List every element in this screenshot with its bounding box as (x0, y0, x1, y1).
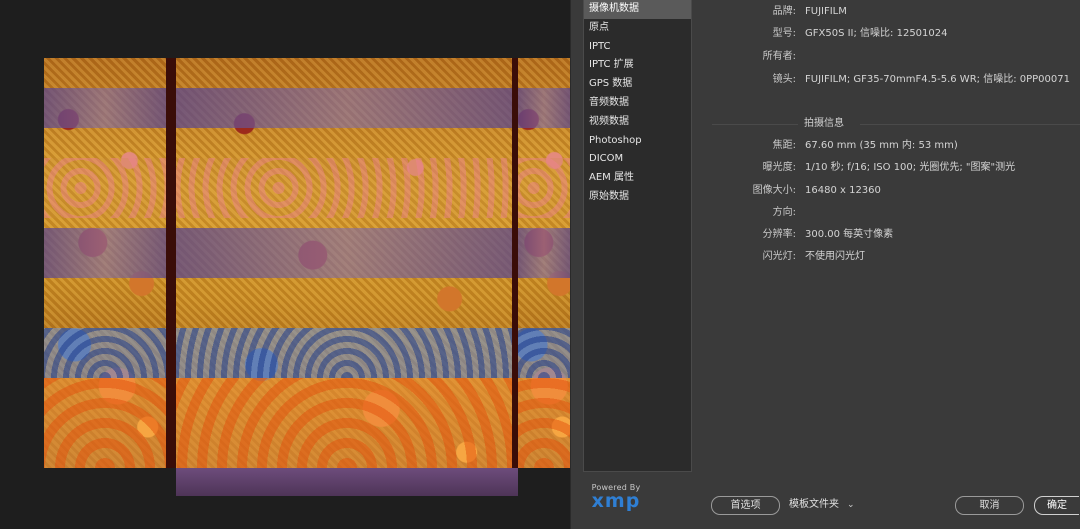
focal-length-label: 焦距: (772, 140, 796, 151)
category-list[interactable]: 摄像机数据 原点 IPTC IPTC 扩展 GPS 数据 音频数据 视频数据 P… (583, 0, 692, 472)
ok-button[interactable]: 确定 (1034, 496, 1079, 515)
category-item-video-data[interactable]: 视频数据 (584, 113, 691, 132)
resolution-value: 300.00 每英寸像素 (805, 229, 894, 240)
exposure-row: 曝光度: 1/10 秒; f/16; ISO 100; 光圈优先; "图案"测光 (700, 160, 1080, 176)
category-item-iptc-extension[interactable]: IPTC 扩展 (584, 56, 691, 75)
orientation-row: 方向: (700, 205, 1080, 221)
model-value: GFX50S II; 信噪比: 12501024 (805, 28, 948, 39)
flash-label: 闪光灯: (762, 251, 796, 262)
resolution-row: 分辨率: 300.00 每英寸像素 (700, 227, 1080, 243)
kimono-panel-left (44, 58, 166, 468)
section-divider (860, 124, 1080, 125)
lens-label: 镜头: (772, 74, 796, 85)
shooting-info-title: 拍摄信息 (804, 118, 844, 129)
focal-length-value: 67.60 mm (35 mm 内: 53 mm) (805, 140, 958, 151)
category-item-raw-data[interactable]: 原始数据 (584, 188, 691, 207)
category-item-dicom[interactable]: DICOM (584, 150, 691, 169)
flash-row: 闪光灯: 不使用闪光灯 (700, 249, 1080, 265)
exposure-value: 1/10 秒; f/16; ISO 100; 光圈优先; "图案"测光 (805, 162, 1016, 173)
panel-seam (166, 58, 176, 468)
section-divider (712, 124, 798, 125)
orientation-label: 方向: (772, 207, 796, 218)
category-item-iptc[interactable]: IPTC (584, 38, 691, 57)
category-item-origin[interactable]: 原点 (584, 19, 691, 38)
owner-row: 所有者: (700, 49, 1080, 65)
kimono-panel-right (518, 58, 570, 468)
make-label: 品牌: (772, 6, 796, 17)
model-label: 型号: (772, 28, 796, 39)
focal-length-row: 焦距: 67.60 mm (35 mm 内: 53 mm) (700, 138, 1080, 154)
chevron-down-icon: ⌄ (847, 500, 855, 510)
template-folder-dropdown[interactable]: 模板文件夹 ⌄ (789, 496, 855, 513)
category-item-photoshop[interactable]: Photoshop (584, 132, 691, 151)
model-row: 型号: GFX50S II; 信噪比: 12501024 (700, 26, 1080, 42)
lens-value: FUJIFILM; GF35-70mmF4.5-5.6 WR; 信噪比: 0PP… (805, 74, 1070, 85)
xmp-logo: Powered By xmp (586, 483, 646, 512)
resolution-label: 分辨率: (762, 229, 796, 240)
image-size-row: 图像大小: 16480 x 12360 (700, 183, 1080, 199)
kimono-panel-center (176, 58, 518, 496)
category-item-audio-data[interactable]: 音频数据 (584, 94, 691, 113)
lens-row: 镜头: FUJIFILM; GF35-70mmF4.5-5.6 WR; 信噪比:… (700, 72, 1080, 88)
xmp-wordmark: xmp (591, 490, 641, 512)
exposure-label: 曝光度: (762, 162, 796, 173)
category-item-camera-data[interactable]: 摄像机数据 (584, 0, 691, 19)
camera-data-panel: 品牌: FUJIFILM 型号: GFX50S II; 信噪比: 1250102… (700, 0, 1080, 300)
preferences-button[interactable]: 首选项 (711, 496, 780, 515)
template-folder-label: 模板文件夹 (789, 499, 839, 510)
make-row: 品牌: FUJIFILM (700, 4, 1080, 20)
photo-preview (0, 0, 570, 529)
image-size-label: 图像大小: (752, 185, 796, 196)
make-value: FUJIFILM (805, 6, 847, 17)
flash-value: 不使用闪光灯 (805, 251, 865, 262)
owner-label: 所有者: (762, 51, 796, 62)
category-item-aem-properties[interactable]: AEM 属性 (584, 169, 691, 188)
category-item-gps-data[interactable]: GPS 数据 (584, 75, 691, 94)
cancel-button[interactable]: 取消 (955, 496, 1024, 515)
image-size-value: 16480 x 12360 (805, 185, 881, 196)
